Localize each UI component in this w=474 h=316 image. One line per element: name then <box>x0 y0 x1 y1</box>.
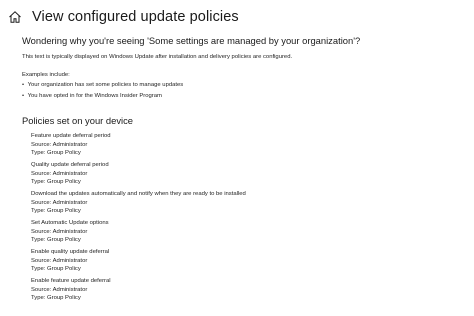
policy-item: Quality update deferral period Source: A… <box>31 161 246 190</box>
list-item: • You have opted in for the Windows Insi… <box>22 92 183 103</box>
settings-page: View configured update policies Wonderin… <box>0 0 474 316</box>
policy-item: Download the updates automatically and n… <box>31 190 246 219</box>
title-bar: View configured update policies <box>8 6 239 28</box>
examples-label: Examples include: <box>22 72 70 78</box>
policy-item: Feature update deferral period Source: A… <box>31 132 246 161</box>
example-text: Your organization has set some policies … <box>27 82 184 88</box>
policy-name: Enable feature update deferral <box>31 278 111 284</box>
policy-item: Enable quality update deferral Source: A… <box>31 248 246 277</box>
policy-name: Quality update deferral period <box>31 162 109 168</box>
policy-name: Enable quality update deferral <box>31 249 110 255</box>
list-item: • Your organization has set some policie… <box>22 81 183 92</box>
policy-name: Feature update deferral period <box>31 133 111 139</box>
policy-type: Type: Group Policy <box>31 179 81 185</box>
policy-item: Enable feature update deferral Source: A… <box>31 277 246 306</box>
policies-list: Feature update deferral period Source: A… <box>31 132 246 306</box>
policy-source: Source: Administrator <box>31 199 88 206</box>
bullet-icon: • <box>22 82 25 88</box>
bullet-icon: • <box>22 93 25 99</box>
intro-question: Wondering why you're seeing 'Some settin… <box>22 35 361 46</box>
policy-type: Type: Group Policy <box>31 150 81 156</box>
page-title: View configured update policies <box>32 9 239 25</box>
policy-type: Type: Group Policy <box>31 295 81 301</box>
policy-source: Source: Administrator <box>31 170 88 177</box>
policy-item: Set Automatic Update options Source: Adm… <box>31 219 246 248</box>
policy-type: Type: Group Policy <box>31 237 81 243</box>
home-icon[interactable] <box>8 10 22 24</box>
policy-name: Set Automatic Update options <box>31 220 109 226</box>
policy-source: Source: Administrator <box>31 228 88 235</box>
example-text: You have opted in for the Windows Inside… <box>27 93 162 99</box>
policy-type: Type: Group Policy <box>31 266 81 272</box>
policies-section-title: Policies set on your device <box>22 115 133 126</box>
policy-source: Source: Administrator <box>31 286 88 293</box>
policy-name: Download the updates automatically and n… <box>31 191 246 197</box>
policy-source: Source: Administrator <box>31 257 88 264</box>
examples-list: • Your organization has set some policie… <box>22 81 183 103</box>
policy-source: Source: Administrator <box>31 141 88 148</box>
policy-type: Type: Group Policy <box>31 208 81 214</box>
intro-description: This text is typically displayed on Wind… <box>22 54 293 60</box>
